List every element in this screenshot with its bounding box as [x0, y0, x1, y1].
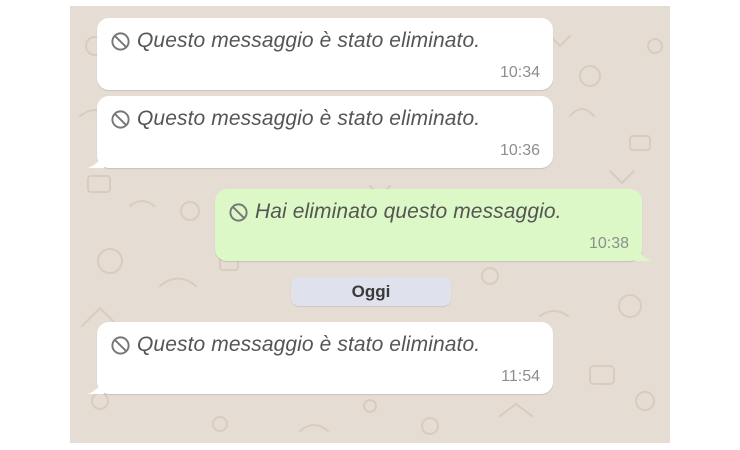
- deleted-message-icon: [229, 202, 248, 222]
- message-bubble[interactable]: Questo messaggio è stato eliminato. 11:5…: [88, 322, 553, 394]
- message-bubble[interactable]: Questo messaggio è stato eliminato. 10:3…: [88, 96, 553, 168]
- deleted-message-icon: [111, 109, 130, 129]
- message-text: Questo messaggio è stato eliminato.: [137, 29, 481, 52]
- message-text: Questo messaggio è stato eliminato.: [137, 107, 481, 130]
- message-time: 11:54: [501, 368, 540, 385]
- message-time: 10:36: [499, 142, 540, 159]
- message-text: Questo messaggio è stato eliminato.: [137, 333, 481, 356]
- message-bubble[interactable]: Hai eliminato questo messaggio. 10:38: [215, 189, 651, 261]
- message-content: Hai eliminato questo messaggio.: [228, 200, 562, 224]
- message-bubble[interactable]: Questo messaggio è stato eliminato. 10:3…: [97, 18, 553, 90]
- message-content: Questo messaggio è stato eliminato.: [110, 107, 480, 131]
- message-time: 10:34: [499, 64, 540, 81]
- bubble-tail: [88, 380, 104, 394]
- message-text: Hai eliminato questo messaggio.: [255, 200, 562, 223]
- message-content: Questo messaggio è stato eliminato.: [110, 29, 480, 53]
- bubble-tail: [88, 154, 104, 168]
- chat-area: Questo messaggio è stato eliminato. 10:3…: [70, 6, 670, 443]
- deleted-message-icon: [111, 31, 130, 51]
- deleted-message-icon: [111, 335, 130, 355]
- message-content: Questo messaggio è stato eliminato.: [110, 333, 480, 357]
- date-separator: Oggi: [291, 277, 451, 306]
- bubble-tail: [635, 247, 651, 261]
- message-time: 10:38: [588, 235, 629, 252]
